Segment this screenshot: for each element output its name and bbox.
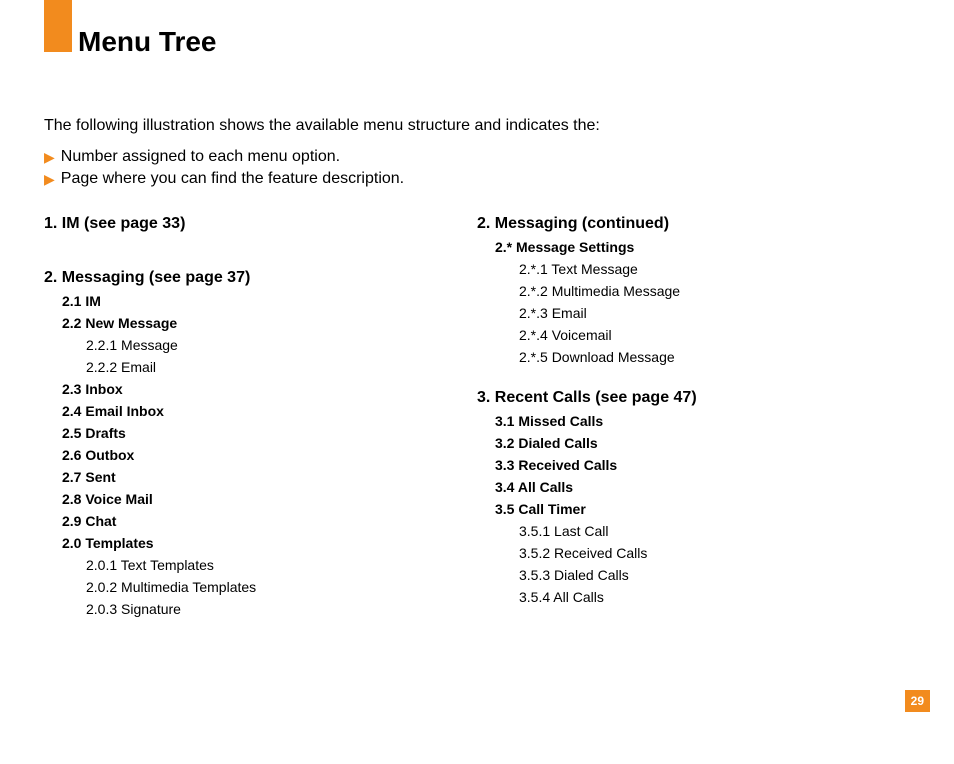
menu-item: 2.0 Templates xyxy=(62,535,477,551)
menu-item: 3.2 Dialed Calls xyxy=(495,435,910,451)
menu-subitem: 2.2.1 Message xyxy=(86,337,477,353)
menu-item: 2.5 Drafts xyxy=(62,425,477,441)
header-accent xyxy=(44,0,72,52)
triangle-icon: ▶ xyxy=(44,171,55,188)
bullet-text: Number assigned to each menu option. xyxy=(61,148,340,166)
menu-subitem: 2.0.1 Text Templates xyxy=(86,557,477,573)
menu-subitem: 2.*.1 Text Message xyxy=(519,261,910,277)
page-number: 29 xyxy=(905,690,930,712)
content-columns: 1. IM (see page 33) 2. Messaging (see pa… xyxy=(44,215,910,623)
bullet-text: Page where you can find the feature desc… xyxy=(61,170,404,188)
menu-item: 3.4 All Calls xyxy=(495,479,910,495)
bullet-item: ▶ Page where you can find the feature de… xyxy=(44,170,404,188)
bullet-list: ▶ Number assigned to each menu option. ▶… xyxy=(44,148,404,192)
menu-item: 2.4 Email Inbox xyxy=(62,403,477,419)
menu-subitem: 2.*.4 Voicemail xyxy=(519,327,910,343)
menu-item: 2.2 New Message xyxy=(62,315,477,331)
menu-item: 2.9 Chat xyxy=(62,513,477,529)
menu-item: 3.3 Received Calls xyxy=(495,457,910,473)
menu-subitem: 2.0.2 Multimedia Templates xyxy=(86,579,477,595)
menu-item: 3.1 Missed Calls xyxy=(495,413,910,429)
page-title: Menu Tree xyxy=(78,26,216,58)
menu-item: 2.6 Outbox xyxy=(62,447,477,463)
menu-subitem: 3.5.1 Last Call xyxy=(519,523,910,539)
menu-subitem: 3.5.4 All Calls xyxy=(519,589,910,605)
menu-subitem: 2.2.2 Email xyxy=(86,359,477,375)
menu-item: 2.7 Sent xyxy=(62,469,477,485)
menu-subitem: 2.0.3 Signature xyxy=(86,601,477,617)
section-im: 1. IM (see page 33) xyxy=(44,215,477,233)
menu-item: 2.1 IM xyxy=(62,293,477,309)
menu-subitem: 3.5.3 Dialed Calls xyxy=(519,567,910,583)
menu-item: 2.* Message Settings xyxy=(495,239,910,255)
intro-text: The following illustration shows the ava… xyxy=(44,117,600,135)
left-column: 1. IM (see page 33) 2. Messaging (see pa… xyxy=(44,215,477,623)
right-column: 2. Messaging (continued) 2.* Message Set… xyxy=(477,215,910,623)
menu-item: 2.8 Voice Mail xyxy=(62,491,477,507)
section-messaging-continued: 2. Messaging (continued) xyxy=(477,215,910,233)
menu-subitem: 2.*.3 Email xyxy=(519,305,910,321)
menu-subitem: 3.5.2 Received Calls xyxy=(519,545,910,561)
menu-subitem: 2.*.5 Download Message xyxy=(519,349,910,365)
menu-item: 3.5 Call Timer xyxy=(495,501,910,517)
bullet-item: ▶ Number assigned to each menu option. xyxy=(44,148,404,166)
menu-item: 2.3 Inbox xyxy=(62,381,477,397)
section-recent-calls: 3. Recent Calls (see page 47) xyxy=(477,389,910,407)
section-messaging: 2. Messaging (see page 37) xyxy=(44,269,477,287)
triangle-icon: ▶ xyxy=(44,149,55,166)
menu-subitem: 2.*.2 Multimedia Message xyxy=(519,283,910,299)
